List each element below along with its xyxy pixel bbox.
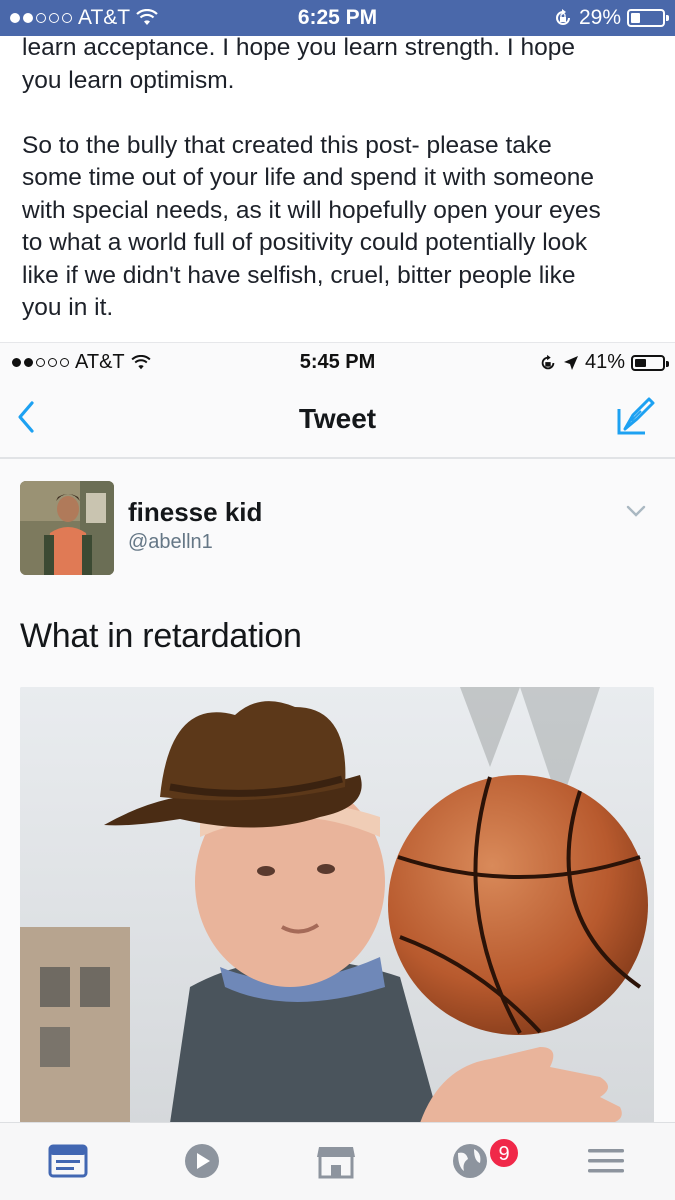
embedded-battery-icon bbox=[631, 354, 669, 371]
tweet-photo[interactable] bbox=[20, 687, 654, 1123]
news-feed-icon[interactable] bbox=[46, 1141, 90, 1181]
marketplace-icon[interactable] bbox=[314, 1141, 358, 1181]
bottom-tab-bar: 9 bbox=[0, 1122, 675, 1200]
orientation-lock-icon bbox=[556, 9, 570, 25]
notifications-badge: 9 bbox=[488, 1137, 520, 1169]
battery-percent: 29% bbox=[578, 6, 621, 29]
author-name[interactable]: finesse kid bbox=[128, 497, 262, 528]
compose-tweet-icon[interactable] bbox=[615, 395, 657, 439]
chevron-down-icon[interactable] bbox=[625, 503, 647, 519]
battery-icon bbox=[627, 9, 669, 27]
embedded-status-bar: AT&T 5:45 PM 41% bbox=[0, 343, 675, 379]
avatar-photo bbox=[20, 481, 114, 575]
embedded-screenshot[interactable]: AT&T 5:45 PM 41% Tweet finesse kid @abel… bbox=[0, 342, 675, 1123]
tweet-photo-image bbox=[20, 687, 654, 1123]
tweet-nav-bar: Tweet bbox=[0, 383, 675, 459]
video-play-icon[interactable] bbox=[180, 1141, 224, 1181]
status-bar: AT&T 6:25 PM 29% bbox=[0, 0, 675, 36]
author-handle[interactable]: @abelln1 bbox=[128, 531, 213, 554]
embedded-battery-group: 41% bbox=[539, 351, 669, 374]
location-arrow-icon bbox=[563, 355, 578, 370]
embedded-battery-percent: 41% bbox=[584, 351, 625, 373]
author-avatar[interactable] bbox=[20, 481, 114, 575]
tweet-nav-title: Tweet bbox=[298, 403, 377, 434]
embedded-orientation-lock-icon bbox=[541, 354, 555, 369]
post-body-text: learn acceptance. I hope you learn stren… bbox=[22, 34, 601, 321]
battery-group: 29% bbox=[553, 6, 669, 30]
tweet-text: What in retardation bbox=[20, 617, 302, 655]
menu-icon[interactable] bbox=[584, 1141, 628, 1181]
notifications-globe-icon[interactable] bbox=[448, 1141, 492, 1181]
